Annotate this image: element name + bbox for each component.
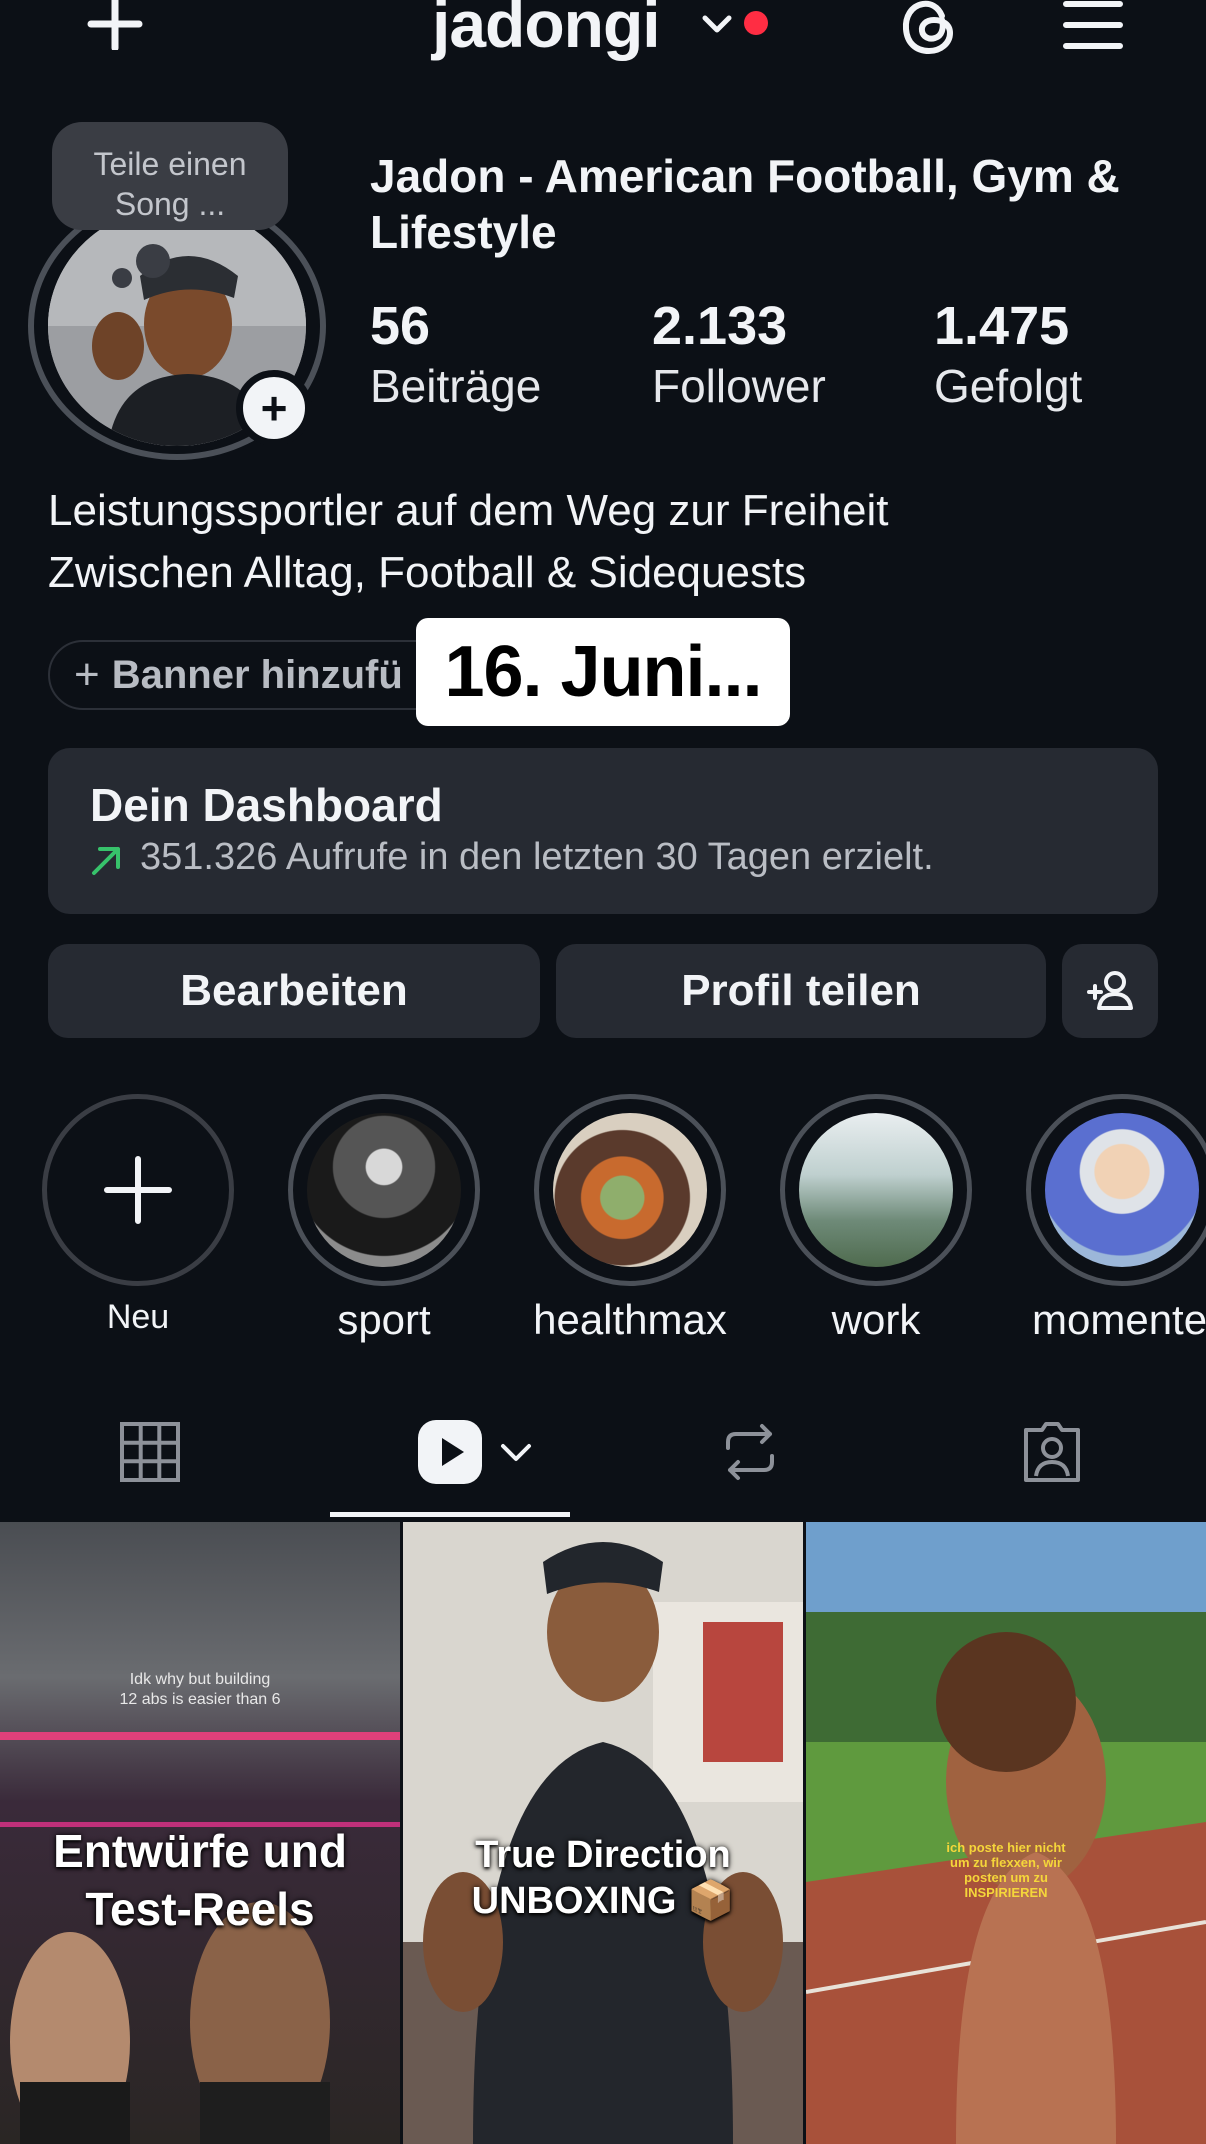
- menu-icon[interactable]: [1062, 0, 1124, 50]
- song-bubble-tail: [136, 244, 170, 278]
- trend-up-icon: [92, 847, 120, 875]
- song-prompt-line1: Teile einen: [93, 146, 247, 182]
- plus-icon: +: [74, 650, 100, 699]
- highlight-momente[interactable]: [1026, 1094, 1206, 1286]
- highlight-label: Neu: [106, 1298, 170, 1336]
- reel-caption: True Direction UNBOXING 📦: [403, 1832, 803, 1924]
- date-sticker: 16. Juni...: [416, 618, 790, 726]
- highlight-sport[interactable]: [288, 1094, 480, 1286]
- highlight-cover: [1045, 1113, 1199, 1267]
- stat-followers[interactable]: 2.133 Follower: [652, 296, 826, 416]
- bio-line: Zwischen Alltag, Football & Sidequests: [48, 548, 807, 597]
- stat-following[interactable]: 1.475 Gefolgt: [934, 296, 1082, 416]
- reel-thumbnail: [806, 1522, 1206, 2144]
- highlight-healthmax[interactable]: [534, 1094, 726, 1286]
- highlight-cover: [553, 1113, 707, 1267]
- reel-overlay-line: INSPIRIEREN: [964, 1885, 1048, 1900]
- dashboard-title: Dein Dashboard: [90, 779, 443, 831]
- stat-label: Beiträge: [370, 360, 542, 412]
- reels-icon[interactable]: [416, 1418, 484, 1486]
- highlight-label: healthmax: [533, 1296, 727, 1343]
- stat-value: 1.475: [934, 296, 1070, 356]
- reel-overlay-text: Idk why but building 12 abs is easier th…: [0, 1670, 400, 1710]
- add-person-icon: [1087, 971, 1133, 1010]
- notification-dot: [744, 11, 768, 35]
- chevron-down-icon[interactable]: [700, 8, 734, 42]
- tagged-icon[interactable]: [1018, 1418, 1086, 1486]
- username-title[interactable]: jadongi: [432, 0, 661, 62]
- reel-tile[interactable]: True Direction UNBOXING 📦: [403, 1522, 803, 2144]
- reel-overlay-line: 12 abs is easier than 6: [119, 1691, 281, 1708]
- highlight-cover: [307, 1113, 461, 1267]
- reel-caption: Entwürfe und Test-Reels: [0, 1822, 400, 1938]
- banner-label: Banner hinzufü: [111, 652, 403, 697]
- active-tab-indicator: [330, 1512, 570, 1517]
- stat-label: Gefolgt: [934, 360, 1083, 412]
- highlight-label: work: [831, 1296, 921, 1343]
- add-banner-button[interactable]: + Banner hinzufü: [48, 640, 468, 710]
- stat-label: Follower: [652, 360, 826, 412]
- stat-value: 56: [370, 296, 431, 356]
- highlight-work[interactable]: [780, 1094, 972, 1286]
- reel-caption-line: UNBOXING 📦: [471, 1880, 735, 1922]
- reposts-icon[interactable]: [716, 1418, 784, 1486]
- reel-overlay-line: posten um zu: [964, 1870, 1048, 1885]
- highlight-new[interactable]: [42, 1094, 234, 1286]
- reel-tile[interactable]: Idk why but building 12 abs is easier th…: [0, 1522, 400, 2144]
- bio-line: Leistungssportler auf dem Weg zur Freihe…: [48, 486, 889, 535]
- dashboard-subtitle: 351.326 Aufrufe in den letzten 30 Tagen …: [140, 836, 934, 878]
- bio: Leistungssportler auf dem Weg zur Freihe…: [48, 480, 1168, 604]
- reel-tile[interactable]: ich poste hier nicht um zu flexxen, wir …: [806, 1522, 1206, 2144]
- grid-icon[interactable]: [116, 1418, 184, 1486]
- share-profile-button[interactable]: Profil teilen: [556, 944, 1046, 1038]
- plus-icon: [104, 1156, 172, 1224]
- display-name: Jadon - American Football, Gym & Lifesty…: [370, 150, 1120, 258]
- highlight-cover: [799, 1113, 953, 1267]
- add-story-button[interactable]: +: [236, 370, 312, 446]
- highlight-label: sport: [337, 1296, 431, 1343]
- song-prompt-line2: Song ...: [114, 186, 226, 222]
- discover-people-button[interactable]: [1062, 944, 1158, 1038]
- stat-value: 2.133: [652, 296, 788, 356]
- highlight-label: momente: [1032, 1296, 1206, 1343]
- reel-caption-line: Entwürfe und: [53, 1825, 347, 1877]
- plus-icon[interactable]: [80, 0, 150, 50]
- reel-overlay-line: um zu flexxen, wir: [950, 1855, 1062, 1870]
- song-bubble-tail-small: [112, 268, 132, 288]
- reel-overlay-line: Idk why but building: [129, 1671, 271, 1688]
- edit-profile-button[interactable]: Bearbeiten: [48, 944, 540, 1038]
- song-prompt-bubble[interactable]: Teile einen Song ...: [52, 122, 288, 230]
- stat-posts[interactable]: 56 Beiträge: [370, 296, 541, 416]
- reel-overlay-text: ich poste hier nicht um zu flexxen, wir …: [806, 1840, 1206, 1900]
- reel-caption-line: Test-Reels: [85, 1883, 315, 1935]
- threads-icon[interactable]: [896, 0, 962, 60]
- reel-overlay-line: ich poste hier nicht: [946, 1840, 1066, 1855]
- reel-caption-line: True Direction: [475, 1834, 731, 1876]
- chevron-down-icon[interactable]: [498, 1438, 534, 1468]
